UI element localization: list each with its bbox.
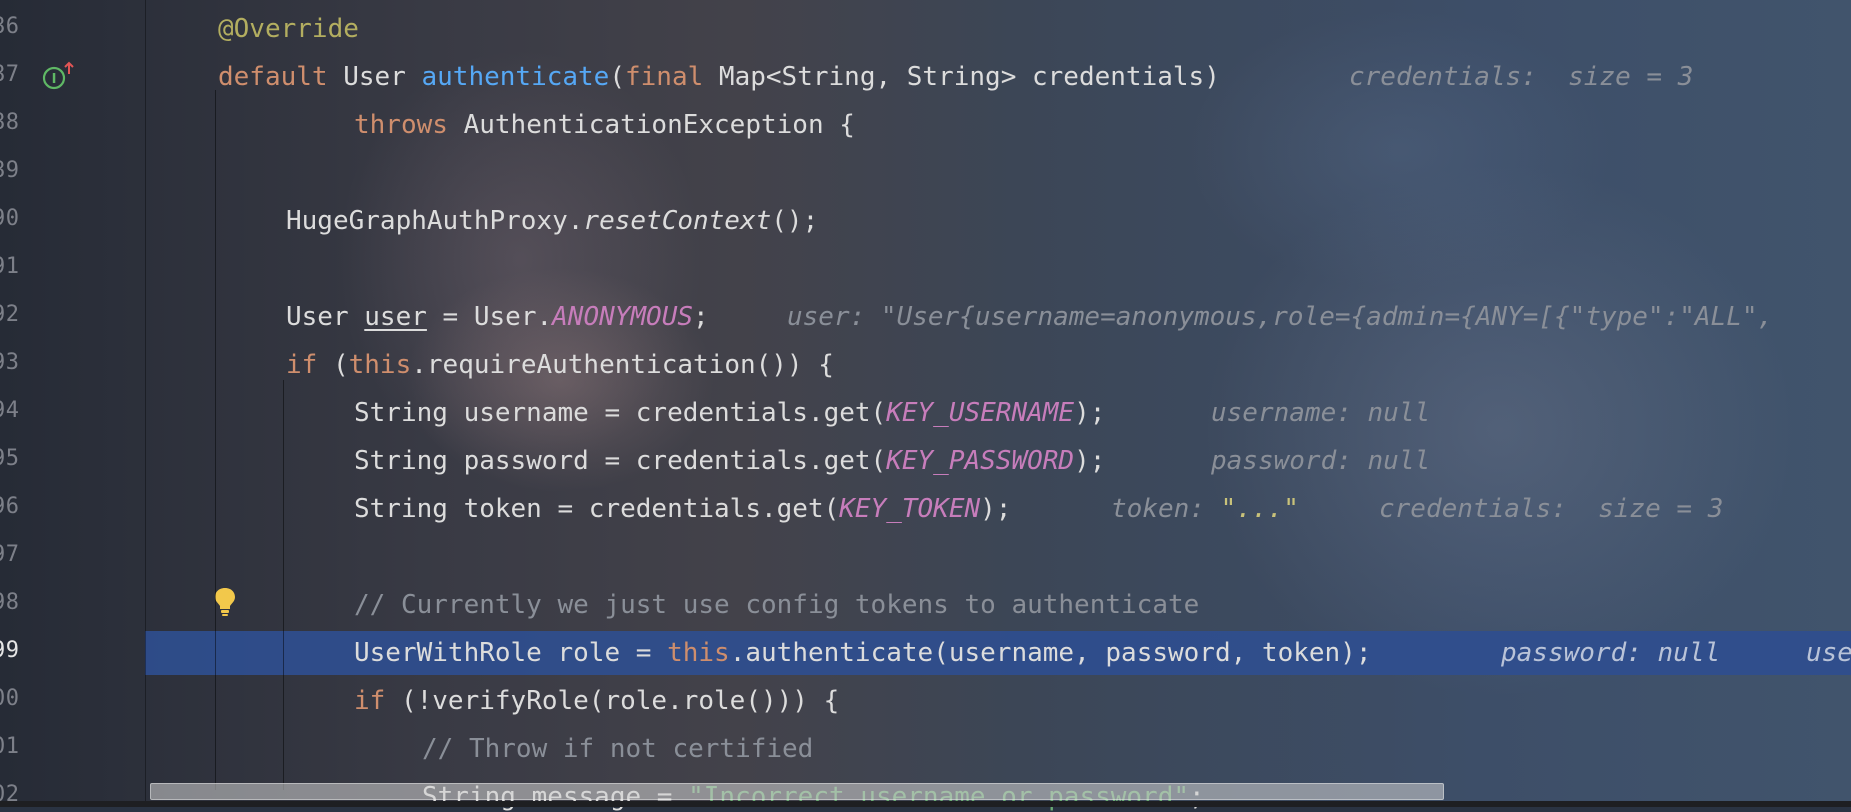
code-text: ( bbox=[609, 62, 625, 92]
keyword-token: if bbox=[286, 350, 318, 380]
static-method-name: resetContext bbox=[583, 206, 772, 236]
debug-inline-value: credentials: size = 3 bbox=[1349, 62, 1694, 92]
line-number: 94 bbox=[0, 398, 20, 423]
constant-token: KEY_USERNAME bbox=[886, 398, 1075, 428]
code-line-101-comment[interactable]: // Throw if not certified bbox=[422, 734, 813, 764]
horizontal-scrollbar[interactable] bbox=[150, 783, 1444, 800]
code-line-86[interactable]: @Override bbox=[218, 14, 359, 44]
code-text: (!verifyRole(role.role())) { bbox=[385, 686, 840, 716]
line-number: 90 bbox=[0, 206, 20, 231]
line-number: 88 bbox=[0, 110, 20, 135]
constant-token: KEY_PASSWORD bbox=[886, 446, 1075, 476]
code-text: String password = credentials.get( bbox=[354, 446, 887, 476]
code-text: (); bbox=[771, 206, 819, 236]
code-line-93[interactable]: if (this.requireAuthentication()) { bbox=[286, 350, 834, 380]
debug-inline-value: credentials: size = 3 bbox=[1379, 494, 1724, 524]
hint-label: token: bbox=[1111, 494, 1221, 524]
implementation-up-icon[interactable]: I bbox=[42, 60, 76, 92]
svg-text:I: I bbox=[52, 72, 57, 87]
code-text: UserWithRole role = bbox=[354, 638, 668, 668]
code-line-99[interactable]: UserWithRole role = this.authenticate(us… bbox=[354, 638, 1372, 668]
debug-inline-value: token: "..." bbox=[1111, 494, 1299, 524]
indent-guide bbox=[215, 90, 216, 790]
debug-inline-value: user: "User{username=anonymous,role={adm… bbox=[787, 302, 1774, 332]
code-text: AuthenticationException { bbox=[447, 110, 855, 140]
code-text: User bbox=[327, 62, 422, 92]
line-number-active: 99 bbox=[0, 638, 20, 663]
code-text: Map<String, String> credentials) bbox=[703, 62, 1220, 92]
line-number: 96 bbox=[0, 494, 20, 519]
debug-inline-value: use bbox=[1806, 638, 1851, 668]
code-text: String token = credentials.get( bbox=[354, 494, 840, 524]
code-line-88[interactable]: throws AuthenticationException { bbox=[354, 110, 855, 140]
reassigned-variable: user bbox=[364, 302, 427, 332]
code-line-98-comment[interactable]: // Currently we just use config tokens t… bbox=[354, 590, 1199, 620]
keyword-token: throws bbox=[354, 110, 448, 140]
keyword-token: final bbox=[625, 62, 704, 92]
code-text: HugeGraphAuthProxy. bbox=[286, 206, 584, 236]
hint-value: "..." bbox=[1220, 494, 1299, 524]
line-number: 93 bbox=[0, 350, 20, 375]
constant-token: ANONYMOUS bbox=[552, 302, 694, 332]
line-number: 97 bbox=[0, 542, 20, 567]
line-number: 01 bbox=[0, 734, 20, 759]
gutter-separator bbox=[145, 0, 146, 807]
code-text: .requireAuthentication()) { bbox=[411, 350, 834, 380]
code-text: ( bbox=[317, 350, 349, 380]
code-text: ; bbox=[693, 302, 709, 332]
constant-token: KEY_TOKEN bbox=[839, 494, 981, 524]
line-number: 89 bbox=[0, 158, 20, 183]
line-number: 87 bbox=[0, 62, 20, 87]
annotation-token: @Override bbox=[218, 14, 359, 44]
code-line-94[interactable]: String username = credentials.get(KEY_US… bbox=[354, 398, 1105, 428]
code-line-100[interactable]: if (!verifyRole(role.role())) { bbox=[354, 686, 839, 716]
line-number: 91 bbox=[0, 254, 20, 279]
code-line-87[interactable]: default User authenticate(final Map<Stri… bbox=[218, 62, 1220, 92]
line-number-gutter[interactable]: 86 87 88 89 90 91 92 93 94 95 96 97 98 9… bbox=[0, 0, 145, 807]
code-line-96[interactable]: String token = credentials.get(KEY_TOKEN… bbox=[354, 494, 1011, 524]
line-number: 98 bbox=[0, 590, 20, 615]
method-name: authenticate bbox=[421, 62, 610, 92]
code-text: = User. bbox=[426, 302, 553, 332]
line-number: 00 bbox=[0, 686, 20, 711]
line-number: 92 bbox=[0, 302, 20, 327]
code-line-92[interactable]: User user = User.ANONYMOUS; bbox=[286, 302, 709, 332]
code-text: ); bbox=[1074, 398, 1106, 428]
keyword-token: default bbox=[218, 62, 328, 92]
code-text: ); bbox=[980, 494, 1012, 524]
keyword-token: this bbox=[348, 350, 412, 380]
code-text: User bbox=[286, 302, 365, 332]
indent-guide bbox=[283, 380, 284, 790]
editor-bottom-edge bbox=[0, 801, 1851, 807]
debug-inline-value: password: null bbox=[1501, 638, 1721, 668]
debug-inline-value: username: null bbox=[1211, 398, 1431, 428]
code-line-90[interactable]: HugeGraphAuthProxy.resetContext(); bbox=[286, 206, 818, 236]
code-text: .authenticate(username, password, token)… bbox=[729, 638, 1372, 668]
code-text: String username = credentials.get( bbox=[354, 398, 887, 428]
line-number: 86 bbox=[0, 14, 20, 39]
code-text: ); bbox=[1074, 446, 1106, 476]
debug-inline-value: password: null bbox=[1211, 446, 1431, 476]
keyword-token: this bbox=[667, 638, 730, 668]
keyword-token: if bbox=[354, 686, 386, 716]
line-number: 95 bbox=[0, 446, 20, 471]
code-line-95[interactable]: String password = credentials.get(KEY_PA… bbox=[354, 446, 1105, 476]
